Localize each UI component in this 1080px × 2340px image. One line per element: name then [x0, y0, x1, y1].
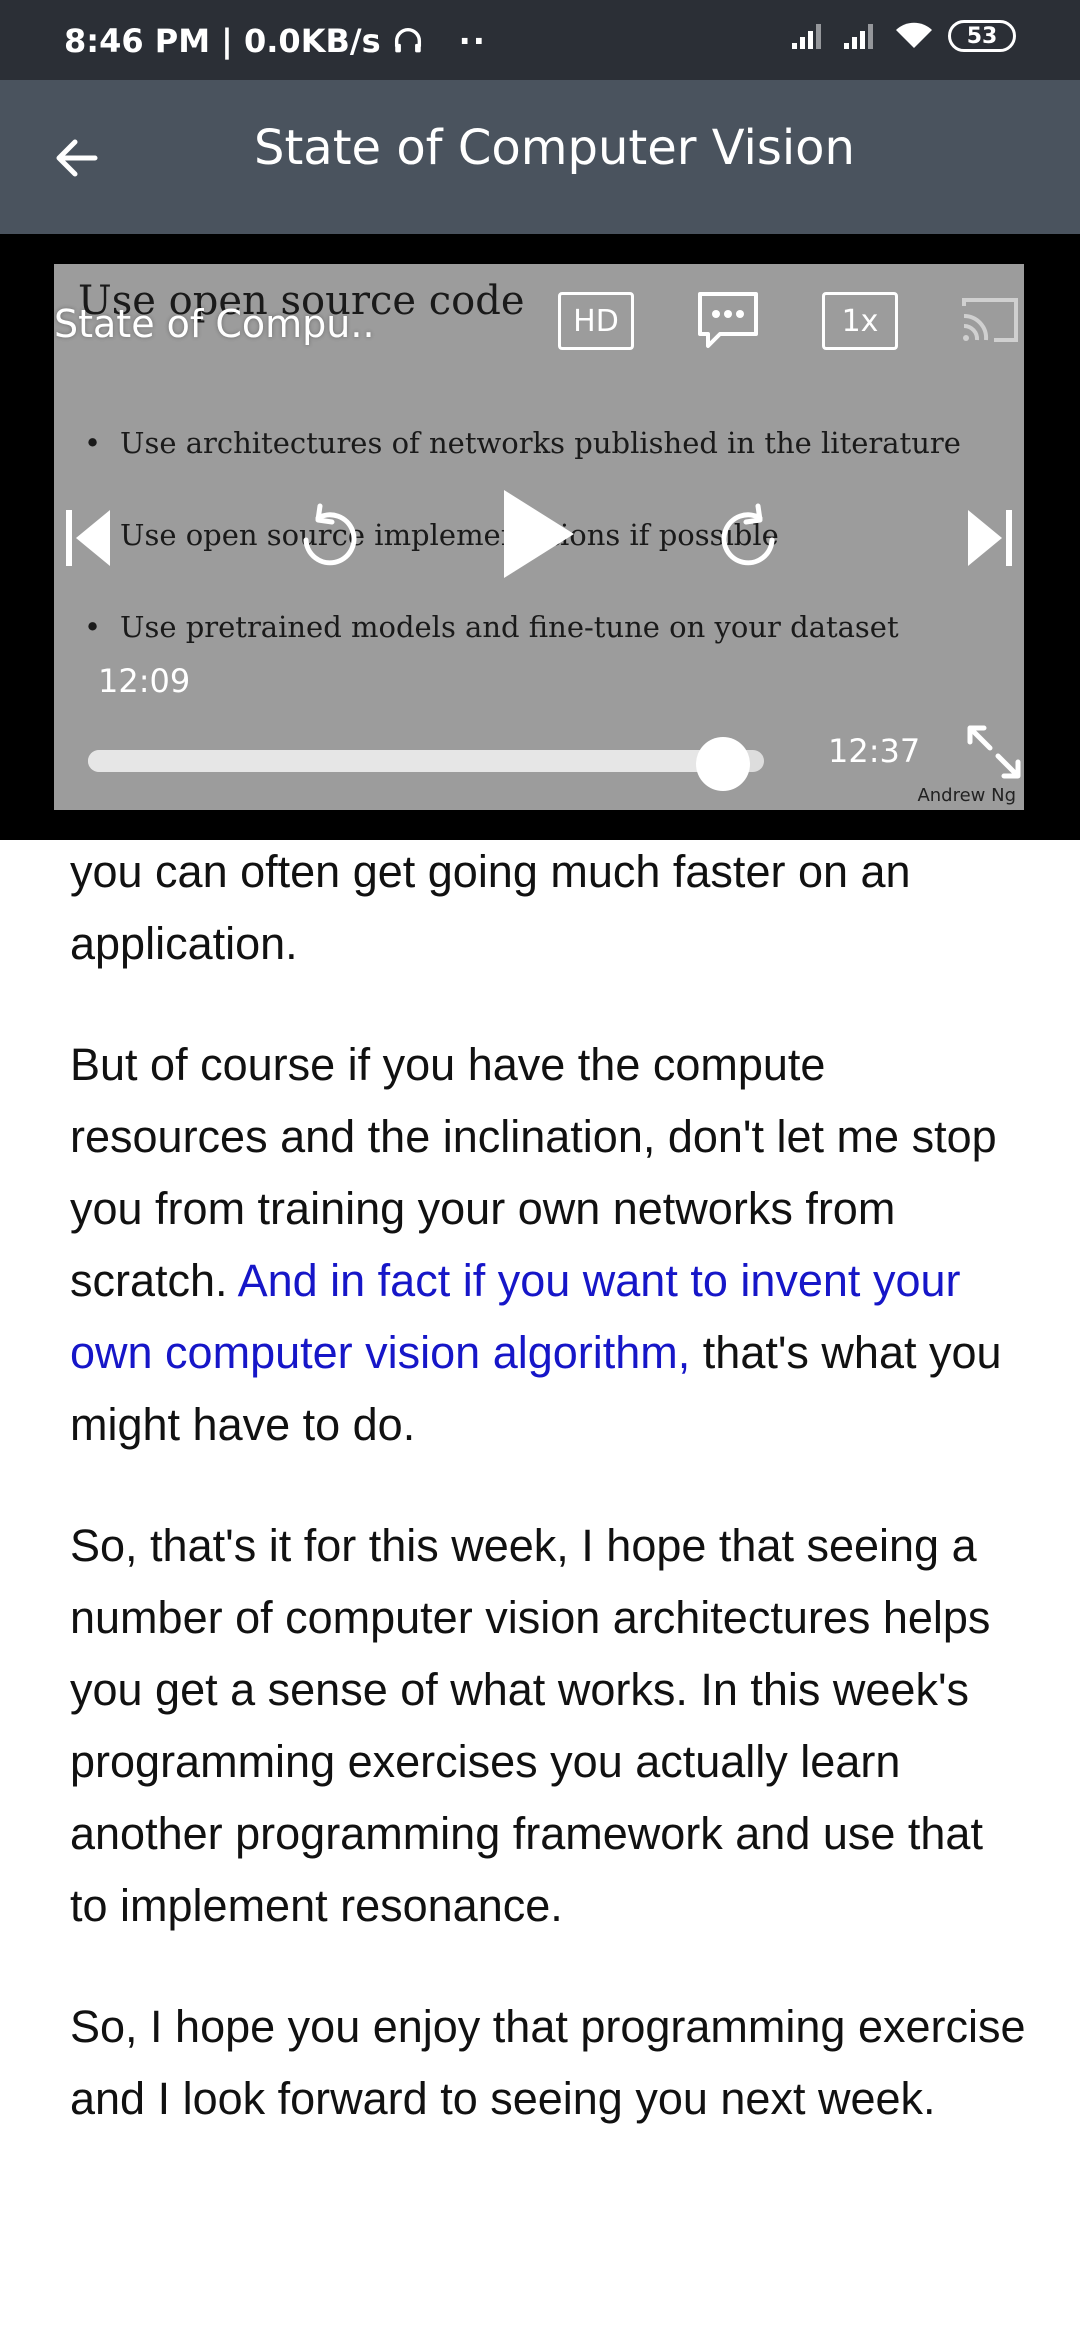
transcript-text: you can often get going much faster on a…	[70, 846, 911, 969]
seek-thumb[interactable]	[696, 737, 751, 791]
status-bar: 8:46 PM | 0.0KB/s ·· 53	[0, 0, 1080, 80]
video-title: State of Compu..	[54, 302, 375, 346]
transcript-paragraph: So, I hope you enjoy that programming ex…	[70, 1991, 1030, 2135]
notification-dots: ··	[458, 22, 487, 60]
headphone-icon	[394, 28, 421, 53]
cast-button[interactable]	[960, 294, 1020, 348]
arrow-left-icon	[56, 139, 98, 177]
hd-button[interactable]: HD	[558, 292, 634, 350]
slide-bullet: • Use pretrained models and fine-tune on …	[84, 610, 899, 644]
wifi-icon	[896, 22, 932, 48]
back-button[interactable]	[44, 125, 110, 191]
page-title: State of Computer Vision	[254, 120, 855, 176]
duration: 12:37	[828, 732, 921, 770]
status-right: 53	[790, 20, 1016, 52]
video-frame[interactable]: Use open source code • Use architectures …	[54, 264, 1024, 810]
transcript: you can often get going much faster on a…	[70, 836, 1030, 2184]
cast-icon	[962, 298, 1018, 342]
speed-button[interactable]: 1x	[822, 292, 898, 350]
transcript-paragraph: So, that's it for this week, I hope that…	[70, 1510, 1030, 1942]
signal-icon	[792, 24, 821, 49]
fast-forward-icon	[721, 503, 775, 566]
skip-next-icon	[968, 510, 1012, 566]
battery-icon: 53	[948, 20, 1016, 52]
skip-next-button[interactable]	[966, 508, 1012, 572]
play-icon	[504, 490, 574, 578]
app-bar: State of Computer Vision	[0, 80, 1080, 234]
status-time: 8:46 PM | 0.0KB/s	[64, 22, 381, 60]
status-left: 8:46 PM | 0.0KB/s ··	[64, 22, 487, 60]
seek-bar[interactable]	[88, 750, 764, 772]
current-time: 12:09	[98, 662, 191, 700]
play-button[interactable]	[502, 490, 574, 582]
captions-button[interactable]	[696, 290, 760, 356]
transcript-text: So, that's it for this week, I hope that…	[70, 1520, 991, 1931]
watermark: Andrew Ng	[917, 785, 1016, 806]
rewind-button[interactable]	[294, 500, 364, 576]
slide-bullet: •Use open source implementations if poss…	[84, 518, 779, 552]
fullscreen-icon	[967, 725, 1021, 779]
skip-previous-icon	[66, 510, 110, 566]
signal-icon-2	[844, 24, 873, 49]
fullscreen-button[interactable]	[966, 724, 1022, 784]
captions-icon	[698, 292, 758, 348]
transcript-text: So, I hope you enjoy that programming ex…	[70, 2001, 1026, 2124]
slide-bullet: • Use architectures of networks published…	[84, 426, 961, 460]
fast-forward-button[interactable]	[714, 500, 784, 576]
transcript-paragraph: you can often get going much faster on a…	[70, 836, 1030, 980]
transcript-paragraph: But of course if you have the compute re…	[70, 1029, 1030, 1461]
skip-previous-button[interactable]	[66, 508, 112, 572]
rewind-icon	[303, 503, 357, 566]
seek-bar-fill	[88, 750, 724, 772]
